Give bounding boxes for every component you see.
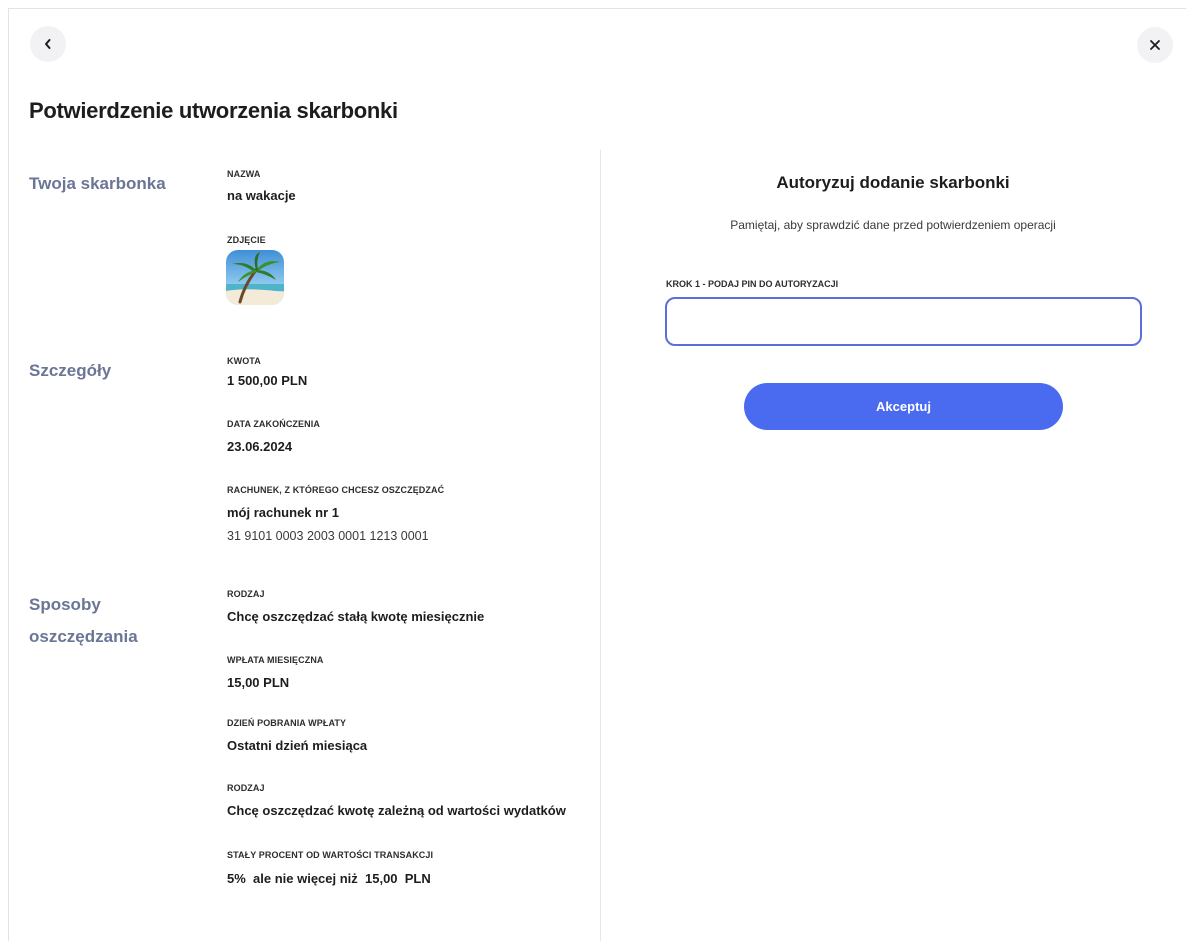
account-name: mój rachunek nr 1 xyxy=(227,505,339,520)
account-label: RACHUNEK, Z KTÓREGO CHCESZ OSZCZĘDZAĆ xyxy=(227,485,445,495)
name-label: NAZWA xyxy=(227,169,261,179)
page-title: Potwierdzenie utworzenia skarbonki xyxy=(29,98,398,123)
saving-type1-label: RODZAJ xyxy=(227,589,265,599)
monthly-payment-value: 15,00 PLN xyxy=(227,675,290,690)
pin-label: KROK 1 - PODAJ PIN DO AUTORYZACJI xyxy=(666,279,839,289)
auth-note: Pamiętaj, aby sprawdzić dane przed potwi… xyxy=(730,218,1056,232)
amount-value: 1 500,00 PLN xyxy=(227,373,308,388)
percent-label: STAŁY PROCENT OD WARTOŚCI TRANSAKCJI xyxy=(227,850,434,860)
page-frame xyxy=(8,8,1186,941)
name-value: na wakacje xyxy=(227,188,296,203)
account-number: 31 9101 0003 2003 0001 1213 0001 xyxy=(227,529,429,543)
back-button[interactable] xyxy=(30,26,66,62)
section-title-piggy: Twoja skarbonka xyxy=(29,174,166,193)
end-date-value: 23.06.2024 xyxy=(227,439,293,454)
auth-title: Autoryzuj dodanie skarbonki xyxy=(776,173,1010,192)
section-title-saving: Sposoby oszczędzania xyxy=(29,592,138,650)
piggy-photo xyxy=(226,250,284,305)
collection-day-label: DZIEŃ POBRANIA WPŁATY xyxy=(227,718,347,728)
chevron-left-icon xyxy=(45,39,51,49)
column-divider xyxy=(600,150,601,941)
close-button[interactable] xyxy=(1137,27,1173,63)
collection-day-value: Ostatni dzień miesiąca xyxy=(227,738,368,753)
amount-label: KWOTA xyxy=(227,356,261,366)
saving-type2-label: RODZAJ xyxy=(227,783,265,793)
section-title-saving-line1: Sposoby xyxy=(29,595,101,614)
monthly-payment-label: WPŁATA MIESIĘCZNA xyxy=(227,655,324,665)
pin-input[interactable] xyxy=(665,297,1142,346)
accept-button[interactable]: Akceptuj xyxy=(744,383,1063,430)
photo-label: ZDJĘCIE xyxy=(227,235,266,245)
section-title-saving-line2: oszczędzania xyxy=(29,627,138,646)
end-date-label: DATA ZAKOŃCZENIA xyxy=(227,419,320,429)
section-title-details: Szczegóły xyxy=(29,361,112,380)
close-icon xyxy=(1150,40,1160,50)
saving-type1-value: Chcę oszczędzać stałą kwotę miesięcznie xyxy=(227,609,485,624)
saving-type2-value: Chcę oszczędzać kwotę zależną od wartośc… xyxy=(227,803,566,818)
percent-value: 5% ale nie więcej niż 15,00 PLN xyxy=(227,871,431,886)
